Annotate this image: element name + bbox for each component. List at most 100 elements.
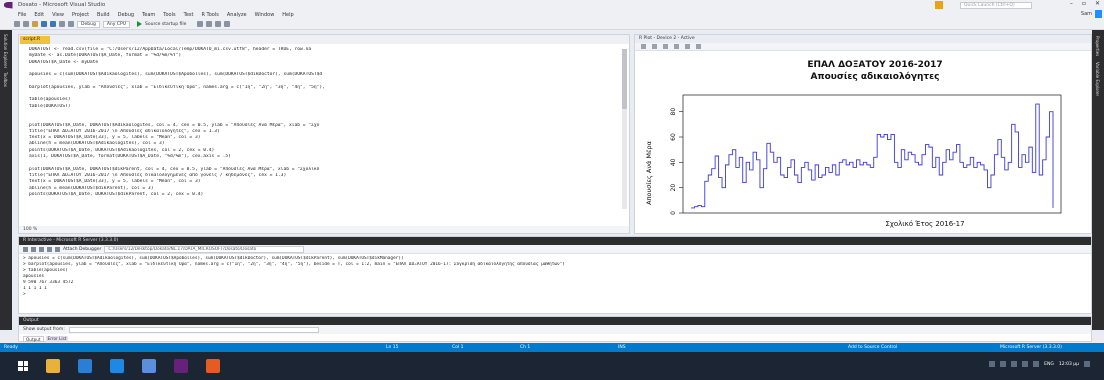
maximize-icon[interactable]: ▫: [1082, 0, 1086, 7]
menu-item-file[interactable]: File: [18, 12, 26, 18]
platform-dropdown[interactable]: Any CPU: [102, 20, 130, 28]
reset-icon[interactable]: [23, 246, 28, 252]
output-title: Output: [19, 317, 1091, 325]
toolbox-tab[interactable]: Toolbox: [3, 72, 8, 87]
toolbar-tool-icon[interactable]: [224, 21, 231, 27]
undo-icon[interactable]: [59, 21, 65, 27]
working-directory-dropdown[interactable]: C:/Users/12/Desktop/Dokato/NL.17/DATA_MI…: [104, 245, 305, 253]
input-language[interactable]: ENG: [1044, 362, 1054, 367]
menu-item-view[interactable]: View: [52, 12, 64, 18]
app-icon[interactable]: [206, 359, 220, 373]
network-icon[interactable]: [1022, 361, 1029, 367]
menu-item-project[interactable]: Project: [72, 12, 89, 18]
status-column: Col 1: [452, 345, 464, 350]
redo-icon[interactable]: [68, 21, 74, 27]
start-icon[interactable]: [137, 21, 142, 27]
tray-icon[interactable]: [1011, 361, 1018, 367]
menu-item-help[interactable]: Help: [282, 12, 293, 18]
user-avatar[interactable]: [1095, 10, 1102, 18]
solution-explorer-tab[interactable]: Solution Explorer: [3, 34, 8, 68]
menu-item-test[interactable]: Test: [184, 12, 194, 18]
plot-window-title: R Plot - Device 2 - Active: [635, 35, 1091, 43]
toolbar-tool-icon[interactable]: [206, 21, 213, 27]
previous-plot-icon[interactable]: [641, 44, 646, 49]
menu-item-window[interactable]: Window: [255, 12, 275, 18]
copy-plot-icon[interactable]: [674, 44, 679, 49]
next-plot-icon[interactable]: [652, 44, 657, 49]
console-output[interactable]: > apousies = c(sum(DOKATOST$Adikaologite…: [19, 254, 1091, 300]
tab-output[interactable]: Output: [23, 336, 44, 342]
scroll-thumb[interactable]: [622, 49, 627, 109]
y-axis-label: Απουσίες Ανά Μέρα: [645, 141, 653, 205]
code-area[interactable]: DOKATOST <- read.csv(file = "C:/Users/12…: [29, 47, 625, 198]
visual-studio-icon[interactable]: [174, 359, 188, 373]
clear-plots-icon[interactable]: [696, 44, 701, 49]
back-icon[interactable]: [14, 21, 20, 27]
toolbar-tool-icon[interactable]: [197, 21, 204, 27]
output-tabs: Output Error List: [19, 336, 69, 342]
save-icon[interactable]: [41, 21, 47, 27]
editor-tab-strip: script.R: [19, 35, 629, 44]
properties-tab[interactable]: Properties: [1095, 36, 1100, 56]
menu-item-r-tools[interactable]: R Tools: [201, 12, 218, 18]
plot-frame: [682, 94, 1062, 214]
status-char: Ch 1: [520, 345, 531, 350]
menu-item-edit[interactable]: Edit: [34, 12, 44, 18]
interrupt-icon[interactable]: [31, 246, 36, 252]
tray-icon[interactable]: [1000, 361, 1007, 367]
r-plot-pane: R Plot - Device 2 - Active ΕΠΑΛ ΔΟΞΑΤΟΥ …: [634, 34, 1092, 234]
main-toolbar: Debug Any CPU Source startup file: [0, 19, 1104, 30]
output-source-dropdown[interactable]: [68, 326, 319, 333]
minimize-icon[interactable]: –: [1070, 0, 1073, 7]
volume-icon[interactable]: [1033, 361, 1040, 367]
menu-item-analyze[interactable]: Analyze: [227, 12, 247, 18]
r-server-status[interactable]: Microsoft R Server (3.3.3.0): [1000, 343, 1062, 352]
menu-item-tools[interactable]: Tools: [163, 12, 175, 18]
user-name[interactable]: Sam: [1081, 11, 1092, 17]
export-plot-icon[interactable]: [663, 44, 668, 49]
variable-explorer-tab[interactable]: Variable Explorer: [1095, 62, 1100, 96]
workspace-icon[interactable]: [55, 246, 60, 252]
tray-icon[interactable]: [989, 361, 996, 367]
close-icon[interactable]: ✕: [1095, 0, 1100, 7]
y-tick-label: 0: [670, 211, 677, 215]
start-icon[interactable]: [18, 361, 28, 371]
menu-item-team[interactable]: Team: [142, 12, 155, 18]
system-tray: ENG 12:03 μμ: [989, 361, 1090, 367]
y-tick-label: 60: [670, 133, 677, 141]
editor-scrollbar[interactable]: [622, 49, 627, 209]
code-line[interactable]: points(DOKATOST$A_Date, DOKATOST$dikPare…: [29, 192, 625, 198]
quick-launch-input[interactable]: Quick Launch (Ctrl+Q): [960, 2, 1032, 9]
edge-icon[interactable]: [110, 359, 124, 373]
save-all-icon[interactable]: [50, 21, 56, 27]
history-icon[interactable]: [47, 246, 52, 252]
attach-debugger-button[interactable]: Attach Debugger: [63, 247, 101, 252]
new-project-icon[interactable]: [32, 21, 38, 27]
configuration-dropdown[interactable]: Debug: [77, 20, 100, 28]
line-chart: ΕΠΑΛ ΔΟΞΑΤΟΥ 2016-2017 Απουσίες αδικαιολ…: [645, 60, 1062, 228]
remove-plot-icon[interactable]: [685, 44, 690, 49]
store-icon[interactable]: [78, 359, 92, 373]
windows-taskbar: ENG 12:03 μμ: [0, 352, 1104, 380]
forward-icon[interactable]: [23, 21, 29, 27]
editor-zoom[interactable]: 100 %: [19, 226, 629, 233]
console-line: >: [23, 292, 26, 297]
toolbar-tool-icon[interactable]: [215, 21, 222, 27]
notification-flag-icon[interactable]: [935, 1, 943, 9]
startup-file-label[interactable]: Source startup file: [145, 22, 186, 27]
document-tab-script[interactable]: script.R: [20, 36, 50, 44]
clock[interactable]: 12:03 μμ: [1059, 362, 1079, 367]
clear-icon[interactable]: [39, 246, 44, 252]
tab-error-list[interactable]: Error List: [45, 336, 69, 342]
r-interactive-title: R Interactive - Microsoft R Server (3.3.…: [19, 237, 1091, 245]
code-editor-pane: script.R DOKATOST <- read.csv(file = "C:…: [18, 34, 630, 234]
add-to-source-control-button[interactable]: Add to Source Control: [848, 343, 897, 352]
chrome-icon[interactable]: [142, 359, 156, 373]
right-tool-window-strip: Properties Variable Explorer: [1092, 30, 1104, 330]
menu-item-debug[interactable]: Debug: [118, 12, 134, 18]
output-window: Output Show output from: Output Error Li…: [18, 316, 1092, 342]
chart-subtitle: Απουσίες αδικαιολόγητες: [811, 71, 940, 82]
notifications-icon[interactable]: [1084, 361, 1090, 367]
menu-item-build[interactable]: Build: [97, 12, 110, 18]
file-explorer-icon[interactable]: [46, 359, 60, 373]
